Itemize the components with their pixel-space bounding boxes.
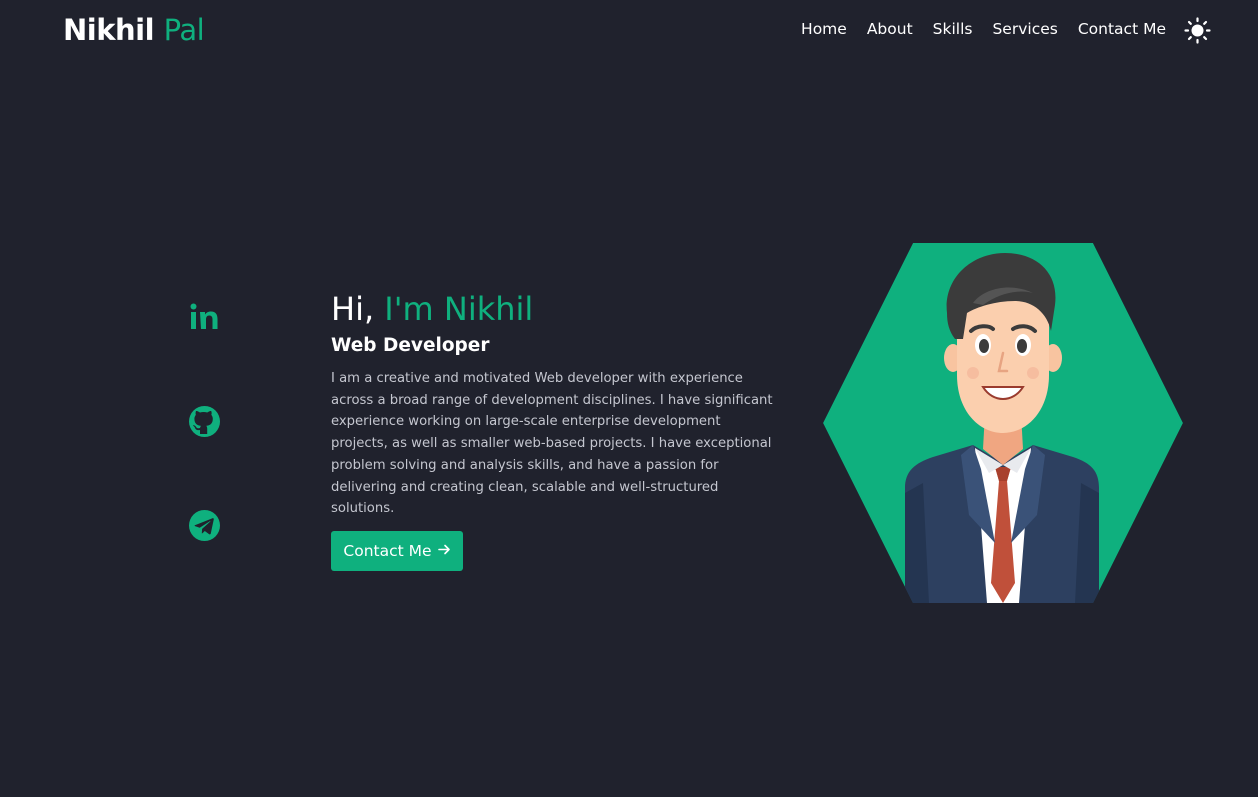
telegram-icon[interactable] [188,509,221,542]
greeting-name: I'm Nikhil [384,290,534,328]
arrow-right-icon [437,542,451,560]
hero-intro: Hi, I'm Nikhil Web Developer I am a crea… [331,289,776,520]
sun-icon[interactable] [1184,17,1211,44]
github-icon[interactable] [188,405,221,438]
main-nav: Home About Skills Services Contact Me [801,20,1166,38]
nav-about[interactable]: About [867,20,913,38]
contact-me-button[interactable]: Contact Me [331,531,463,571]
logo-last-name: Pal [163,13,205,47]
hero-bio: I am a creative and motivated Web develo… [331,371,773,517]
contact-me-label: Contact Me [343,542,432,560]
hero-role: Web Developer [331,335,490,356]
linkedin-icon[interactable] [188,300,221,333]
logo[interactable]: Nikhil Pal [63,13,205,47]
nav-services[interactable]: Services [992,20,1057,38]
nav-contact-me[interactable]: Contact Me [1078,20,1166,38]
profile-avatar [823,243,1183,603]
nav-skills[interactable]: Skills [933,20,973,38]
hero-greeting: Hi, I'm Nikhil [331,289,776,329]
nav-home[interactable]: Home [801,20,847,38]
site-header: Nikhil Pal Home About Skills Services Co… [0,0,1258,62]
greeting-prefix: Hi, [331,290,375,328]
logo-first-name: Nikhil [63,13,155,47]
